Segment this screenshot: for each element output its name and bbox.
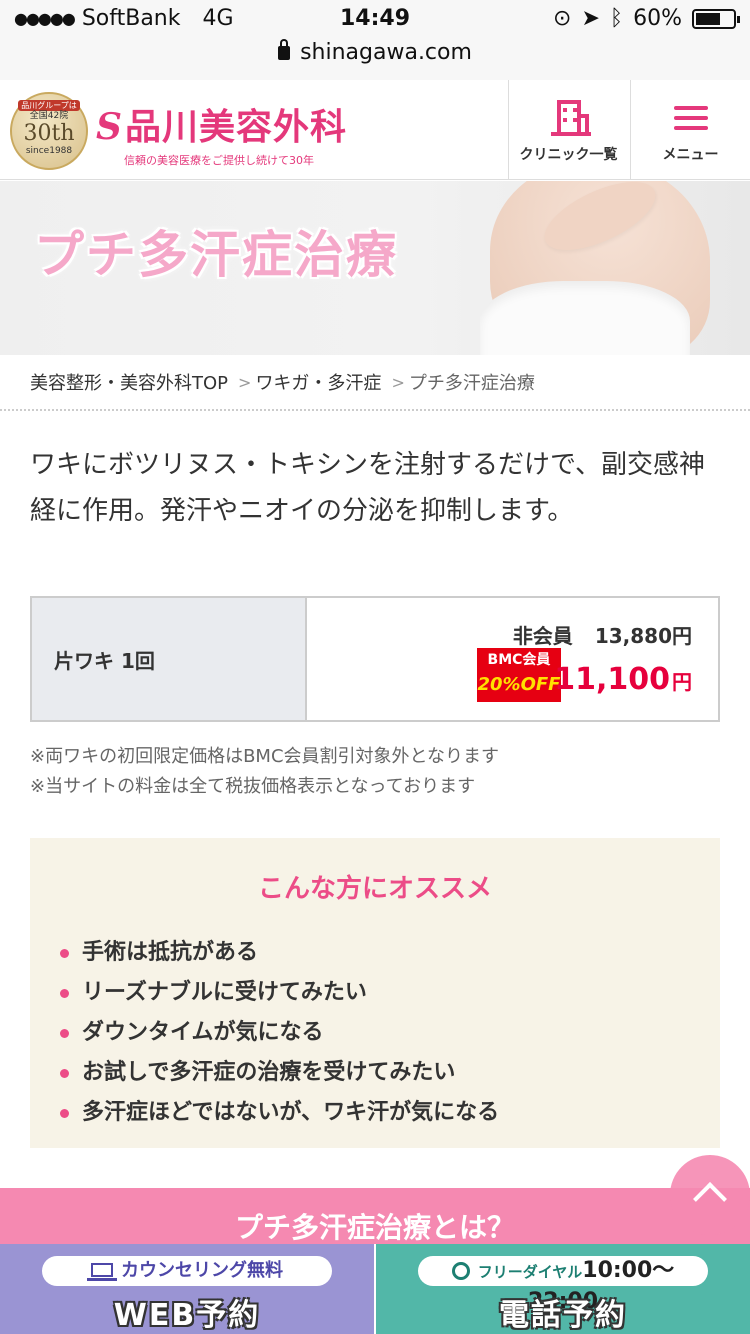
member-price: 11,100 [554,662,670,697]
anniversary-badge: 品川グループは 全国42院 30th since1988 [10,92,88,170]
brand-name: 品川美容外科 [125,107,348,148]
building-icon [549,96,591,136]
menu-button[interactable]: メニュー [630,80,750,180]
list-item: リーズナブルに受けてみたい [60,973,720,1013]
breadcrumb-current: プチ多汗症治療 [408,373,535,394]
url-text: shinagawa.com [300,40,472,65]
tel-pill-label: フリーダイヤル [477,1263,583,1281]
clinic-list-label: クリニック一覧 [519,147,618,163]
web-pill: カウンセリング無料 [42,1256,332,1286]
menu-label: メニュー [662,147,719,163]
bmc-discount: 20%OFF [477,674,561,695]
badge-line4: since1988 [25,146,73,156]
battery-percent: 60% [633,6,682,31]
list-item: 手術は抵抗がある [60,933,720,973]
nonmember-price: 13,880円 [594,624,692,648]
badge-line1: 品川グループは [18,100,80,111]
breadcrumb-separator: > [238,372,252,392]
breadcrumb-item-wakiga[interactable]: ワキガ・多汗症 [255,369,381,395]
location-icon: ➤ [581,6,600,31]
rotation-lock-icon: ⊙ [553,6,572,31]
site-header: 品川グループは 全国42院 30th since1988 S品川美容外科 信頼の… [0,80,750,180]
bmc-discount-badge: BMC会員 20%OFF [477,648,561,702]
bmc-label: BMC会員 [487,652,551,668]
bluetooth-icon: ᛒ [609,6,624,31]
nonmember-price-row: 非会員 13,880円 [513,620,692,649]
price-item-name: 片ワキ 1回 [32,598,307,720]
hamburger-icon [671,96,711,136]
logo-mark: S [96,106,123,148]
status-bar: ●●●●● SoftBank 4G 14:49 ⊙ ➤ ᛒ 60% shinag… [0,0,750,80]
phone-icon [451,1262,470,1280]
recommend-list: 手術は抵抗がある リーズナブルに受けてみたい ダウンタイムが気になる お試しで多… [60,933,720,1133]
note-line: ※当サイトの料金は全て税抜価格表示となっております [30,776,476,797]
list-item: お試しで多汗症の治療を受けてみたい [60,1053,720,1093]
hero-banner: プチ多汗症治療 [0,181,750,355]
web-reservation-button[interactable]: カウンセリング無料 WEB予約 [0,1244,376,1334]
intro-text: ワキにボツリヌス・トキシンを注射するだけで、副交感神経に作用。発汗やニオイの分泌… [30,450,705,526]
address-bar[interactable]: shinagawa.com [0,39,750,65]
web-pill-label: カウンセリング無料 [121,1260,283,1281]
phone-reservation-button[interactable]: フリーダイヤル10:00〜22:00 電話予約 [376,1244,750,1334]
note-line: ※両ワキの初回限定価格はBMC会員割引対象外となります [30,746,499,767]
hero-image [470,181,730,355]
clinic-list-button[interactable]: クリニック一覧 [508,80,628,180]
nonmember-label: 非会員 [512,624,573,648]
recommend-box: こんな方にオススメ 手術は抵抗がある リーズナブルに受けてみたい ダウンタイムが… [30,838,720,1148]
price-notes: ※両ワキの初回限定価格はBMC会員割引対象外となります ※当サイトの料金は全て税… [30,742,499,802]
member-price-row: 11,100 円 [554,662,692,697]
badge-line3: 30th [23,121,75,146]
member-price-unit: 円 [672,670,692,694]
section-heading: プチ多汗症治療とは？ [0,1188,750,1248]
price-values: 非会員 13,880円 BMC会員 20%OFF 11,100 円 [307,598,718,720]
site-logo[interactable]: S品川美容外科 信頼の美容医療をご提供し続けて30年 [96,98,347,168]
price-table: 片ワキ 1回 非会員 13,880円 BMC会員 20%OFF 11,100 円 [30,596,720,722]
recommend-title: こんな方にオススメ [257,874,492,904]
lock-icon [278,39,291,60]
scroll-to-top-button[interactable] [670,1155,750,1235]
tel-pill: フリーダイヤル10:00〜22:00 [418,1256,708,1314]
phone-reservation-label: 電話予約 [499,1298,627,1333]
breadcrumb-separator: > [391,372,405,392]
web-reservation-label: WEB予約 [113,1298,261,1333]
battery-icon [692,8,740,29]
list-item: ダウンタイムが気になる [60,1013,720,1053]
breadcrumb-item-top[interactable]: 美容整形・美容外科TOP [30,369,228,395]
bottom-cta-bar: カウンセリング無料 WEB予約 フリーダイヤル10:00〜22:00 電話予約 [0,1244,750,1334]
brand-tagline: 信頼の美容医療をご提供し続けて30年 [124,154,314,167]
breadcrumb: 美容整形・美容外科TOP > ワキガ・多汗症 > プチ多汗症治療 [0,355,750,411]
list-item: 多汗症ほどではないが、ワキ汗が気になる [60,1093,720,1133]
laptop-icon [87,1263,117,1281]
page-title: プチ多汗症治療 [34,226,398,284]
